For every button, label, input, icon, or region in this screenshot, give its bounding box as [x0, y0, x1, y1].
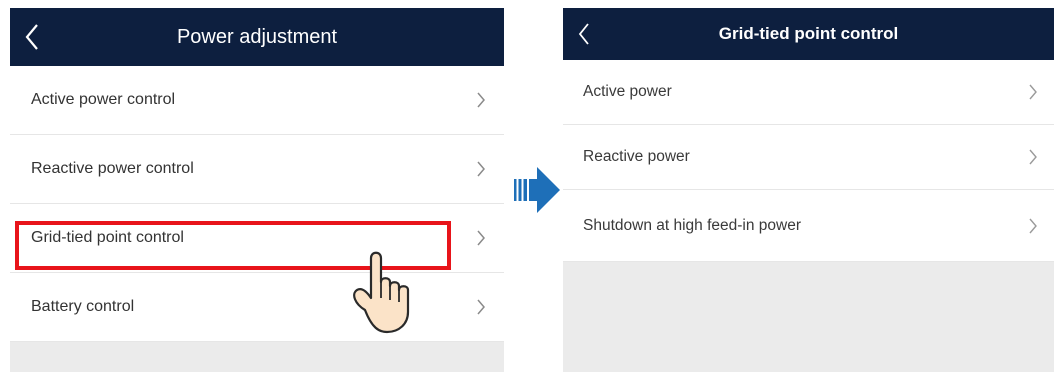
header-bar: Power adjustment — [10, 8, 504, 66]
chevron-right-icon — [1029, 149, 1037, 165]
list-item-label: Reactive power — [583, 148, 690, 165]
list-item-reactive-power[interactable]: Reactive power — [563, 125, 1054, 190]
empty-area — [10, 342, 504, 372]
grid-tied-point-control-screen: Grid-tied point control Active power Rea… — [563, 8, 1054, 372]
page-title: Power adjustment — [176, 25, 338, 48]
settings-list: Active power Reactive power Shutdown at … — [563, 60, 1054, 262]
list-item-reactive-power-control[interactable]: Reactive power control — [10, 135, 504, 204]
list-item-label: Active power — [583, 83, 672, 100]
back-button[interactable] — [577, 8, 607, 60]
chevron-right-icon — [1029, 218, 1037, 233]
chevron-right-icon — [477, 299, 485, 315]
arrow-right-icon — [514, 167, 560, 213]
settings-list: Active power control Reactive power cont… — [10, 66, 504, 342]
back-button[interactable] — [24, 8, 54, 66]
list-item-active-power-control[interactable]: Active power control — [10, 66, 504, 135]
chevron-left-icon — [578, 23, 589, 45]
chevron-right-icon — [477, 230, 485, 246]
empty-area — [563, 262, 1054, 372]
list-item-label: Grid-tied point control — [31, 229, 184, 246]
chevron-right-icon — [1029, 84, 1037, 100]
chevron-left-icon — [25, 24, 38, 50]
list-item-label: Active power control — [31, 91, 176, 108]
list-item-label: Battery control — [31, 298, 135, 315]
list-item-active-power[interactable]: Active power — [563, 60, 1054, 125]
page-title: Grid-tied point control — [718, 24, 899, 43]
chevron-right-icon — [477, 92, 485, 108]
list-item-shutdown-at-high-feed-in-power[interactable]: Shutdown at high feed-in power — [563, 190, 1054, 262]
list-item-label: Reactive power control — [31, 160, 194, 177]
chevron-right-icon — [477, 161, 485, 177]
list-item-battery-control[interactable]: Battery control — [10, 273, 504, 342]
header-bar: Grid-tied point control — [563, 8, 1054, 60]
list-item-grid-tied-point-control[interactable]: Grid-tied point control — [10, 204, 504, 273]
list-item-label: Shutdown at high feed-in power — [583, 216, 802, 234]
power-adjustment-screen: Power adjustment Active power control Re… — [10, 8, 504, 372]
